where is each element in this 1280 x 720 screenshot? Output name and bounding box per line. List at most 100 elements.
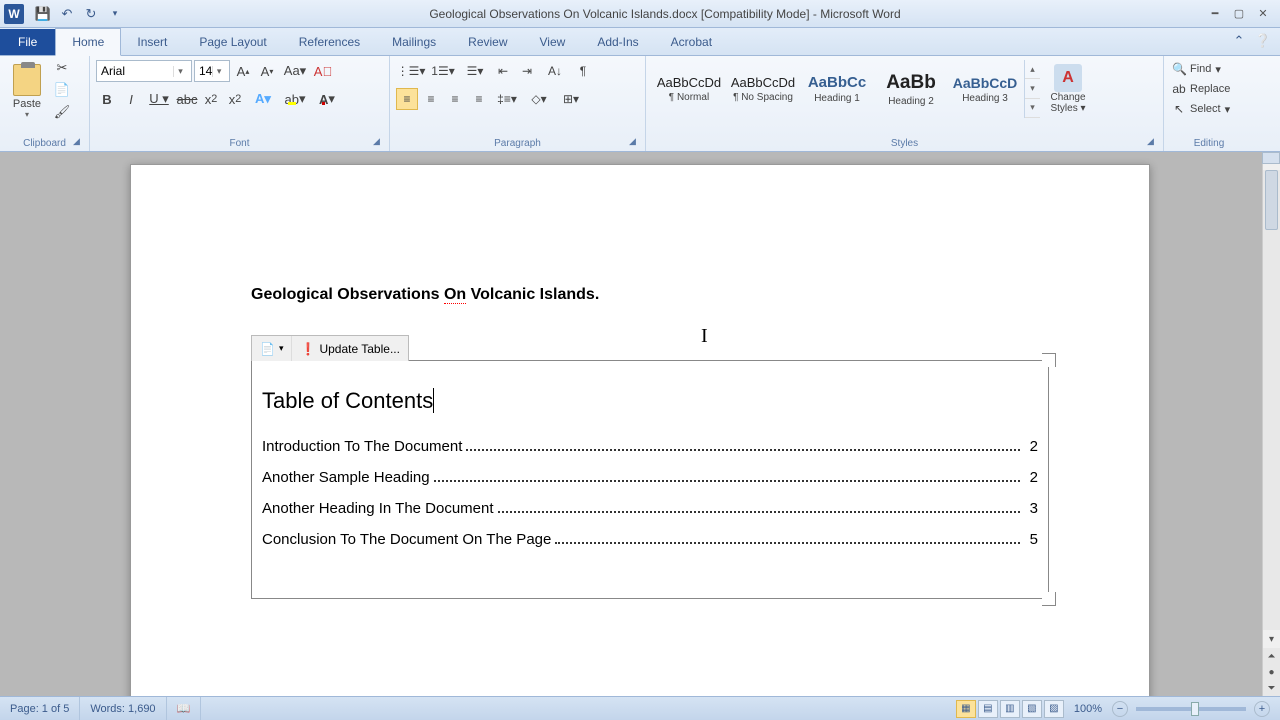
close-button[interactable]: ✕ [1252, 5, 1274, 23]
replace-icon: ab [1172, 82, 1186, 96]
paste-button[interactable]: Paste ▾ [6, 60, 48, 122]
next-page-icon[interactable]: ⏷ [1263, 680, 1280, 696]
page-indicator[interactable]: Page: 1 of 5 [0, 697, 80, 720]
prev-page-icon[interactable]: ⏶ [1263, 648, 1280, 664]
zoom-in-button[interactable]: + [1254, 701, 1270, 717]
find-button[interactable]: 🔍Find ▾ [1170, 60, 1248, 78]
update-table-button[interactable]: ❗Update Table... [291, 336, 407, 361]
style---normal[interactable]: AaBbCcDd¶ Normal [652, 60, 726, 118]
tab-view[interactable]: View [524, 29, 582, 55]
highlight-button[interactable]: ab▾ [280, 88, 310, 110]
print-layout-view-button[interactable]: ▦ [956, 700, 976, 718]
decrease-indent-button[interactable]: ⇤ [492, 60, 514, 82]
multilevel-button[interactable]: ☰▾ [460, 60, 490, 82]
zoom-thumb[interactable] [1191, 702, 1199, 716]
clear-formatting-button[interactable]: A⃠ [312, 60, 334, 82]
clipboard-launcher-icon[interactable]: ◢ [73, 136, 85, 148]
web-layout-view-button[interactable]: ▥ [1000, 700, 1020, 718]
gallery-down-icon[interactable]: ▾ [1025, 79, 1040, 98]
style-heading-2[interactable]: AaBbHeading 2 [874, 60, 948, 118]
bullets-button[interactable]: ⋮☰▾ [396, 60, 426, 82]
tab-insert[interactable]: Insert [121, 29, 183, 55]
font-size-combo[interactable]: 14▾ [194, 60, 230, 82]
document-area[interactable]: Geological Observations On Volcanic Isla… [0, 152, 1280, 696]
toc-field[interactable]: 📄▾ ❗Update Table... Table of Contents In… [251, 360, 1049, 599]
change-case-button[interactable]: Aa▾ [280, 60, 310, 82]
redo-button[interactable]: ↻ [80, 3, 102, 25]
draft-view-button[interactable]: ▨ [1044, 700, 1064, 718]
underline-button[interactable]: U ▾ [144, 88, 174, 110]
scroll-down-icon[interactable]: ▾ [1263, 630, 1280, 648]
full-screen-view-button[interactable]: ▤ [978, 700, 998, 718]
line-spacing-button[interactable]: ‡≡▾ [492, 88, 522, 110]
save-button[interactable]: 💾 [32, 3, 54, 25]
italic-button[interactable]: I [120, 88, 142, 110]
document-title[interactable]: Geological Observations On Volcanic Isla… [251, 285, 1049, 304]
justify-button[interactable]: ≡ [468, 88, 490, 110]
tab-file[interactable]: File [0, 29, 55, 55]
style---no-spacing[interactable]: AaBbCcDd¶ No Spacing [726, 60, 800, 118]
increase-indent-button[interactable]: ⇥ [516, 60, 538, 82]
tab-references[interactable]: References [283, 29, 376, 55]
align-center-button[interactable]: ≡ [420, 88, 442, 110]
tab-mailings[interactable]: Mailings [376, 29, 452, 55]
cut-button[interactable]: ✂ [52, 60, 72, 78]
toc-menu-button[interactable]: 📄▾ [252, 336, 291, 361]
tab-home[interactable]: Home [55, 28, 121, 56]
proofing-button[interactable]: 📖 [167, 697, 202, 720]
replace-button[interactable]: abReplace [1170, 80, 1248, 98]
outline-view-button[interactable]: ▧ [1022, 700, 1042, 718]
toc-entry[interactable]: Introduction To The Document 2 [262, 438, 1038, 455]
font-launcher-icon[interactable]: ◢ [373, 136, 385, 148]
borders-button[interactable]: ⊞▾ [556, 88, 586, 110]
show-marks-button[interactable]: ¶ [572, 60, 594, 82]
style-heading-3[interactable]: AaBbCcDHeading 3 [948, 60, 1022, 118]
style-heading-1[interactable]: AaBbCcHeading 1 [800, 60, 874, 118]
zoom-level[interactable]: 100% [1074, 703, 1102, 715]
tab-addins[interactable]: Add-Ins [581, 29, 654, 55]
scroll-thumb[interactable] [1265, 170, 1278, 230]
browse-object-icon[interactable]: ● [1263, 664, 1280, 680]
superscript-button[interactable]: x2 [224, 88, 246, 110]
font-name-combo[interactable]: Arial▾ [96, 60, 192, 82]
strikethrough-button[interactable]: abc [176, 88, 198, 110]
zoom-out-button[interactable]: − [1112, 701, 1128, 717]
toc-entry[interactable]: Conclusion To The Document On The Page 5 [262, 531, 1038, 548]
text-effects-button[interactable]: A▾ [248, 88, 278, 110]
select-button[interactable]: ↖Select ▾ [1170, 100, 1248, 118]
split-box[interactable] [1262, 152, 1280, 164]
shading-button[interactable]: ◇▾ [524, 88, 554, 110]
change-styles-button[interactable]: A Change Styles ▾ [1042, 60, 1094, 118]
gallery-more-icon[interactable]: ▾ [1025, 99, 1040, 118]
tab-review[interactable]: Review [452, 29, 523, 55]
help-icon[interactable]: ❔ [1254, 32, 1272, 50]
align-right-button[interactable]: ≡ [444, 88, 466, 110]
zoom-slider[interactable] [1136, 707, 1246, 711]
page[interactable]: Geological Observations On Volcanic Isla… [130, 164, 1150, 696]
subscript-button[interactable]: x2 [200, 88, 222, 110]
minimize-ribbon-icon[interactable]: ⌃ [1230, 32, 1248, 50]
toc-entry[interactable]: Another Heading In The Document 3 [262, 500, 1038, 517]
gallery-up-icon[interactable]: ▴ [1025, 60, 1040, 79]
sort-button[interactable]: A↓ [540, 60, 570, 82]
grow-font-button[interactable]: A▴ [232, 60, 254, 82]
numbering-button[interactable]: 1☰▾ [428, 60, 458, 82]
tab-acrobat[interactable]: Acrobat [655, 29, 728, 55]
copy-button[interactable]: 📄 [52, 82, 72, 100]
shrink-font-button[interactable]: A▾ [256, 60, 278, 82]
toc-entry[interactable]: Another Sample Heading 2 [262, 469, 1038, 486]
format-painter-button[interactable]: 🖌 [52, 104, 72, 122]
undo-button[interactable]: ↶ [56, 3, 78, 25]
minimize-button[interactable]: ━ [1204, 5, 1226, 23]
vertical-scrollbar[interactable]: ▴ ▾ ⏶ ● ⏷ [1262, 152, 1280, 696]
paragraph-launcher-icon[interactable]: ◢ [629, 136, 641, 148]
word-count[interactable]: Words: 1,690 [80, 697, 166, 720]
qat-customize-icon[interactable]: ▾ [104, 3, 126, 25]
bold-button[interactable]: B [96, 88, 118, 110]
font-color-button[interactable]: A▾ [312, 88, 342, 110]
toc-heading[interactable]: Table of Contents [262, 387, 1038, 414]
tab-page-layout[interactable]: Page Layout [183, 29, 282, 55]
align-left-button[interactable]: ≡ [396, 88, 418, 110]
styles-launcher-icon[interactable]: ◢ [1147, 136, 1159, 148]
maximize-button[interactable]: ▢ [1228, 5, 1250, 23]
